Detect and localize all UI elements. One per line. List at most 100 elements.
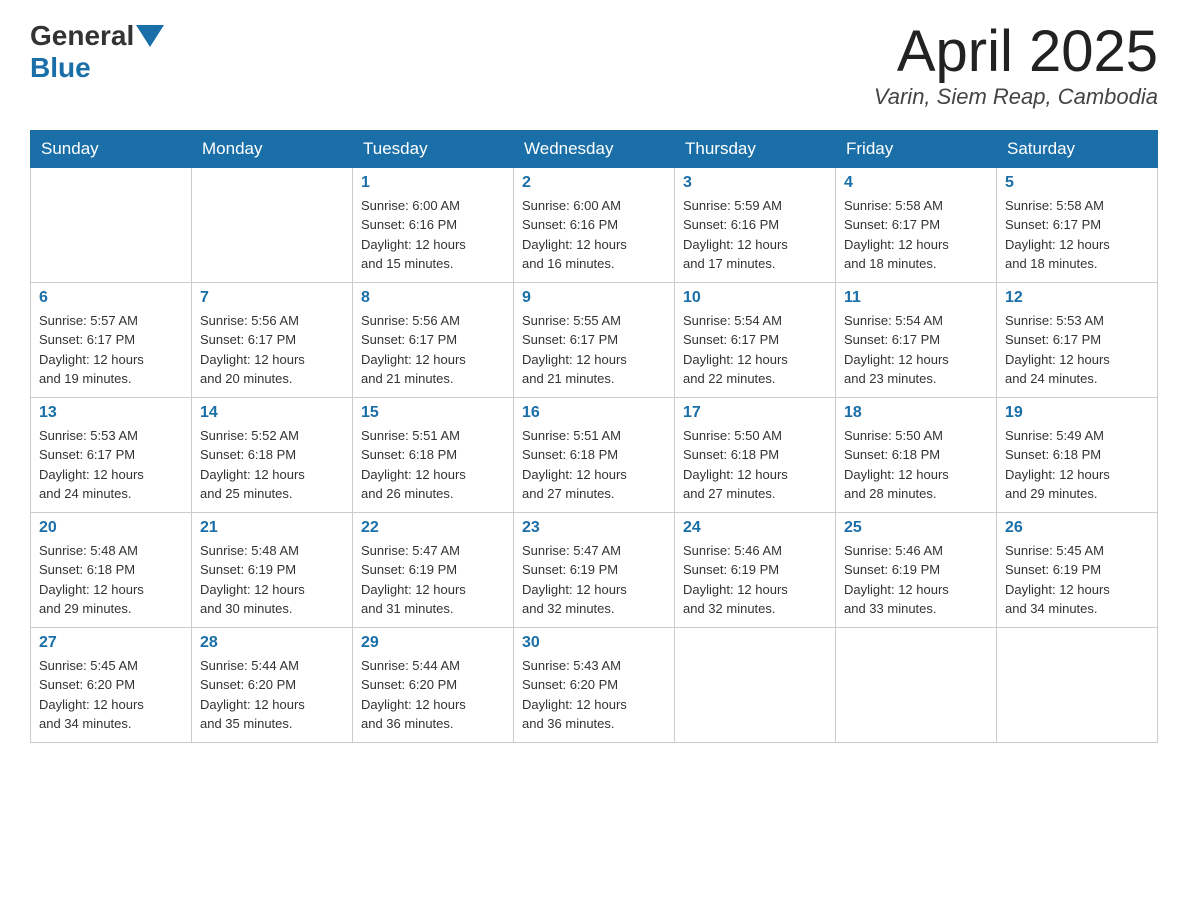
day-number: 14 — [200, 404, 344, 422]
day-info: Sunrise: 5:44 AM Sunset: 6:20 PM Dayligh… — [361, 656, 505, 734]
calendar-table: SundayMondayTuesdayWednesdayThursdayFrid… — [30, 130, 1158, 743]
calendar-cell: 20 Sunrise: 5:48 AM Sunset: 6:18 PM Dayli… — [31, 512, 192, 627]
calendar-cell: 23 Sunrise: 5:47 AM Sunset: 6:19 PM Dayli… — [514, 512, 675, 627]
calendar-cell: 27 Sunrise: 5:45 AM Sunset: 6:20 PM Dayli… — [31, 627, 192, 742]
day-info: Sunrise: 5:44 AM Sunset: 6:20 PM Dayligh… — [200, 656, 344, 734]
calendar-cell: 30 Sunrise: 5:43 AM Sunset: 6:20 PM Dayli… — [514, 627, 675, 742]
day-number: 15 — [361, 404, 505, 422]
calendar-cell: 29 Sunrise: 5:44 AM Sunset: 6:20 PM Dayli… — [353, 627, 514, 742]
day-number: 23 — [522, 519, 666, 537]
day-number: 20 — [39, 519, 183, 537]
calendar-cell: 4Sunrise: 5:58 AM Sunset: 6:17 PM Daylig… — [836, 167, 997, 282]
day-info: Sunrise: 5:54 AM Sunset: 6:17 PM Dayligh… — [844, 311, 988, 389]
day-number: 19 — [1005, 404, 1149, 422]
day-info: Sunrise: 5:50 AM Sunset: 6:18 PM Dayligh… — [844, 426, 988, 504]
month-title: April 2025 — [874, 20, 1158, 84]
day-number: 12 — [1005, 289, 1149, 307]
day-number: 11 — [844, 289, 988, 307]
day-info: Sunrise: 6:00 AM Sunset: 6:16 PM Dayligh… — [522, 196, 666, 274]
day-number: 5 — [1005, 174, 1149, 192]
logo-general-text: General — [30, 20, 134, 52]
day-info: Sunrise: 5:46 AM Sunset: 6:19 PM Dayligh… — [844, 541, 988, 619]
calendar-cell — [836, 627, 997, 742]
calendar-cell: 24Sunrise: 5:46 AM Sunset: 6:19 PM Dayli… — [675, 512, 836, 627]
day-info: Sunrise: 5:54 AM Sunset: 6:17 PM Dayligh… — [683, 311, 827, 389]
page-header: General Blue April 2025 Varin, Siem Reap… — [30, 20, 1158, 110]
day-info: Sunrise: 5:52 AM Sunset: 6:18 PM Dayligh… — [200, 426, 344, 504]
calendar-cell: 25Sunrise: 5:46 AM Sunset: 6:19 PM Dayli… — [836, 512, 997, 627]
day-number: 27 — [39, 634, 183, 652]
day-number: 8 — [361, 289, 505, 307]
logo-blue-text: Blue — [30, 52, 91, 84]
week-row-3: 13 Sunrise: 5:53 AM Sunset: 6:17 PM Dayli… — [31, 397, 1158, 512]
day-number: 24 — [683, 519, 827, 537]
calendar-cell: 16Sunrise: 5:51 AM Sunset: 6:18 PM Dayli… — [514, 397, 675, 512]
calendar-cell: 22 Sunrise: 5:47 AM Sunset: 6:19 PM Dayli… — [353, 512, 514, 627]
week-row-1: 1 Sunrise: 6:00 AM Sunset: 6:16 PM Daylig… — [31, 167, 1158, 282]
day-info: Sunrise: 5:45 AM Sunset: 6:19 PM Dayligh… — [1005, 541, 1149, 619]
calendar-cell: 6 Sunrise: 5:57 AM Sunset: 6:17 PM Daylig… — [31, 282, 192, 397]
calendar-cell: 11 Sunrise: 5:54 AM Sunset: 6:17 PM Dayli… — [836, 282, 997, 397]
day-number: 29 — [361, 634, 505, 652]
day-header-wednesday: Wednesday — [514, 130, 675, 167]
calendar-cell: 10 Sunrise: 5:54 AM Sunset: 6:17 PM Dayli… — [675, 282, 836, 397]
calendar-cell: 1 Sunrise: 6:00 AM Sunset: 6:16 PM Daylig… — [353, 167, 514, 282]
calendar-cell — [997, 627, 1158, 742]
day-header-saturday: Saturday — [997, 130, 1158, 167]
week-row-4: 20 Sunrise: 5:48 AM Sunset: 6:18 PM Dayli… — [31, 512, 1158, 627]
day-info: Sunrise: 5:49 AM Sunset: 6:18 PM Dayligh… — [1005, 426, 1149, 504]
calendar-cell: 15 Sunrise: 5:51 AM Sunset: 6:18 PM Dayli… — [353, 397, 514, 512]
week-row-5: 27 Sunrise: 5:45 AM Sunset: 6:20 PM Dayli… — [31, 627, 1158, 742]
day-header-thursday: Thursday — [675, 130, 836, 167]
calendar-cell: 7 Sunrise: 5:56 AM Sunset: 6:17 PM Daylig… — [192, 282, 353, 397]
day-info: Sunrise: 5:58 AM Sunset: 6:17 PM Dayligh… — [844, 196, 988, 274]
day-number: 9 — [522, 289, 666, 307]
day-info: Sunrise: 5:51 AM Sunset: 6:18 PM Dayligh… — [361, 426, 505, 504]
day-info: Sunrise: 5:58 AM Sunset: 6:17 PM Dayligh… — [1005, 196, 1149, 274]
day-header-sunday: Sunday — [31, 130, 192, 167]
calendar-cell: 18 Sunrise: 5:50 AM Sunset: 6:18 PM Dayli… — [836, 397, 997, 512]
day-info: Sunrise: 5:48 AM Sunset: 6:19 PM Dayligh… — [200, 541, 344, 619]
calendar-cell: 13 Sunrise: 5:53 AM Sunset: 6:17 PM Dayli… — [31, 397, 192, 512]
day-info: Sunrise: 5:48 AM Sunset: 6:18 PM Dayligh… — [39, 541, 183, 619]
day-number: 18 — [844, 404, 988, 422]
calendar-cell: 26 Sunrise: 5:45 AM Sunset: 6:19 PM Dayli… — [997, 512, 1158, 627]
calendar-cell: 28 Sunrise: 5:44 AM Sunset: 6:20 PM Dayli… — [192, 627, 353, 742]
week-row-2: 6 Sunrise: 5:57 AM Sunset: 6:17 PM Daylig… — [31, 282, 1158, 397]
day-number: 26 — [1005, 519, 1149, 537]
day-number: 7 — [200, 289, 344, 307]
day-number: 17 — [683, 404, 827, 422]
day-number: 22 — [361, 519, 505, 537]
day-info: Sunrise: 5:56 AM Sunset: 6:17 PM Dayligh… — [200, 311, 344, 389]
calendar-cell: 14 Sunrise: 5:52 AM Sunset: 6:18 PM Dayli… — [192, 397, 353, 512]
calendar-cell: 19 Sunrise: 5:49 AM Sunset: 6:18 PM Dayli… — [997, 397, 1158, 512]
day-info: Sunrise: 5:47 AM Sunset: 6:19 PM Dayligh… — [361, 541, 505, 619]
day-number: 1 — [361, 174, 505, 192]
day-number: 6 — [39, 289, 183, 307]
logo: General Blue — [30, 20, 166, 84]
day-number: 2 — [522, 174, 666, 192]
calendar-cell: 21Sunrise: 5:48 AM Sunset: 6:19 PM Dayli… — [192, 512, 353, 627]
calendar-cell: 9Sunrise: 5:55 AM Sunset: 6:17 PM Daylig… — [514, 282, 675, 397]
day-info: Sunrise: 5:53 AM Sunset: 6:17 PM Dayligh… — [1005, 311, 1149, 389]
calendar-cell: 2 Sunrise: 6:00 AM Sunset: 6:16 PM Daylig… — [514, 167, 675, 282]
day-info: Sunrise: 5:59 AM Sunset: 6:16 PM Dayligh… — [683, 196, 827, 274]
title-block: April 2025 Varin, Siem Reap, Cambodia — [874, 20, 1158, 110]
day-number: 28 — [200, 634, 344, 652]
day-header-tuesday: Tuesday — [353, 130, 514, 167]
day-info: Sunrise: 6:00 AM Sunset: 6:16 PM Dayligh… — [361, 196, 505, 274]
day-info: Sunrise: 5:56 AM Sunset: 6:17 PM Dayligh… — [361, 311, 505, 389]
day-info: Sunrise: 5:45 AM Sunset: 6:20 PM Dayligh… — [39, 656, 183, 734]
day-info: Sunrise: 5:53 AM Sunset: 6:17 PM Dayligh… — [39, 426, 183, 504]
day-number: 13 — [39, 404, 183, 422]
calendar-cell: 17Sunrise: 5:50 AM Sunset: 6:18 PM Dayli… — [675, 397, 836, 512]
day-info: Sunrise: 5:43 AM Sunset: 6:20 PM Dayligh… — [522, 656, 666, 734]
day-number: 10 — [683, 289, 827, 307]
day-header-friday: Friday — [836, 130, 997, 167]
day-info: Sunrise: 5:47 AM Sunset: 6:19 PM Dayligh… — [522, 541, 666, 619]
calendar-header-row: SundayMondayTuesdayWednesdayThursdayFrid… — [31, 130, 1158, 167]
calendar-cell — [31, 167, 192, 282]
day-header-monday: Monday — [192, 130, 353, 167]
day-info: Sunrise: 5:57 AM Sunset: 6:17 PM Dayligh… — [39, 311, 183, 389]
day-number: 30 — [522, 634, 666, 652]
